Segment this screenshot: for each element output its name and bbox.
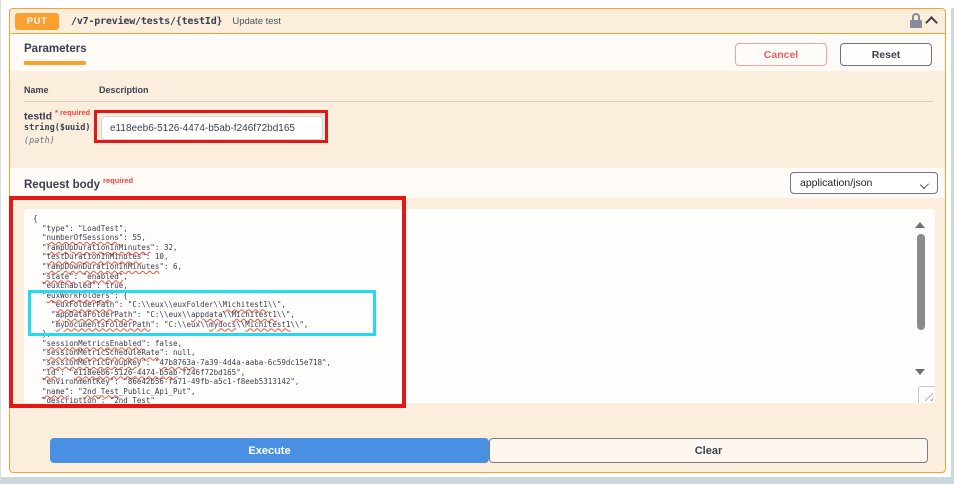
page-bottom-edge <box>1 477 954 484</box>
request-body-section-header: Request bodyrequired application/json <box>10 168 945 198</box>
param-required-label: * required <box>55 108 90 117</box>
parameters-tab-underline <box>24 61 86 65</box>
endpoint-summary-text: Update test <box>232 16 281 27</box>
chevron-up-icon[interactable] <box>925 16 938 29</box>
endpoint-path: /v7-preview/tests/{testId} <box>71 16 222 27</box>
chevron-down-icon <box>920 180 929 189</box>
testid-input[interactable] <box>101 116 323 140</box>
http-method-badge: PUT <box>15 13 59 30</box>
column-header-name: Name <box>24 85 49 95</box>
cancel-button[interactable]: Cancel <box>735 43 827 66</box>
content-type-select[interactable]: application/json <box>790 172 938 194</box>
request-body-text[interactable]: { "type": "LoadTest", "numberOfSessions"… <box>33 214 331 403</box>
table-divider <box>24 101 933 102</box>
scrollbar-down-arrow-icon[interactable] <box>915 369 925 375</box>
param-location: (path) <box>24 136 55 146</box>
put-endpoint-block: PUT /v7-preview/tests/{testId} Update te… <box>9 8 946 473</box>
request-body-title: Request bodyrequired <box>24 176 133 191</box>
clear-button[interactable]: Clear <box>489 438 928 463</box>
lock-icon[interactable] <box>908 13 924 30</box>
column-header-description: Description <box>99 85 149 95</box>
reset-button[interactable]: Reset <box>840 43 932 66</box>
scrollbar-thumb[interactable] <box>917 234 925 330</box>
request-body-required-label: required <box>103 176 133 185</box>
request-body-editor[interactable]: { "type": "LoadTest", "numberOfSessions"… <box>24 209 935 403</box>
parameters-title: Parameters <box>24 43 87 55</box>
swagger-ui-page: PUT /v7-preview/tests/{testId} Update te… <box>0 0 954 484</box>
parameters-section-header: Parameters Cancel Reset <box>10 34 945 71</box>
param-name-testid: testId* required <box>24 108 90 123</box>
scrollbar-up-arrow-icon[interactable] <box>915 222 925 228</box>
resize-grip-icon[interactable] <box>918 386 935 403</box>
execute-button[interactable]: Execute <box>50 438 489 463</box>
param-type: string($uuid) <box>24 123 91 133</box>
endpoint-summary-bar[interactable]: PUT /v7-preview/tests/{testId} Update te… <box>10 9 945 34</box>
